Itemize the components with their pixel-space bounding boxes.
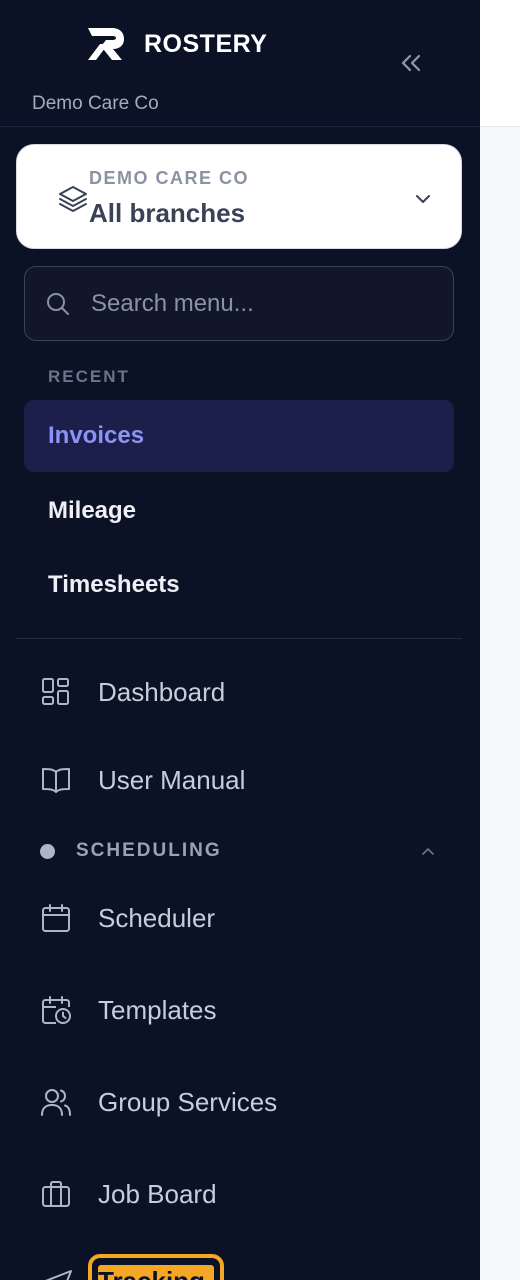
nav-item-templates[interactable]: Templates (40, 982, 460, 1038)
recent-item-invoices[interactable]: Invoices (24, 400, 454, 472)
open-book-icon (42, 768, 70, 793)
main-content-area (480, 0, 520, 1280)
nav-item-label: Group Services (98, 1086, 278, 1117)
brand-name: ROSTERY (144, 29, 268, 58)
nav-item-group-services[interactable]: Group Services (40, 1074, 460, 1130)
chevron-down-icon (416, 195, 430, 203)
group-dot-icon (40, 843, 55, 859)
divider (16, 638, 462, 639)
nav-item-dashboard[interactable]: Dashboard (40, 664, 460, 720)
branch-selector[interactable]: DEMO CARE CO All branches (16, 144, 462, 249)
recent-item-label: Mileage (48, 497, 137, 524)
chevrons-left-icon (401, 54, 421, 72)
search-menu (24, 266, 454, 341)
nav-item-tracking[interactable]: Tracking (40, 1250, 340, 1280)
briefcase-icon (42, 1181, 70, 1207)
chevron-up-icon (422, 848, 434, 855)
recent-item-label: Invoices (48, 422, 145, 449)
recent-item-mileage[interactable]: Mileage (24, 475, 454, 547)
scheduling-group-header[interactable]: SCHEDULING (40, 838, 440, 864)
recent-item-label: Timesheets (48, 571, 180, 598)
search-icon (47, 292, 69, 315)
nav-item-scheduler[interactable]: Scheduler (40, 890, 460, 946)
users-icon (41, 1089, 71, 1116)
nav-item-label: User Manual (98, 764, 246, 795)
search-input[interactable] (91, 289, 421, 318)
rostery-logo-icon (88, 28, 124, 60)
group-label: SCHEDULING (76, 840, 222, 861)
divider (0, 126, 480, 127)
recent-item-timesheets[interactable]: Timesheets (24, 549, 454, 621)
nav-item-job-board[interactable]: Job Board (40, 1166, 460, 1222)
nav-item-label: Job Board (98, 1178, 217, 1209)
top-header-bar (480, 0, 520, 127)
branch-name: All branches (89, 198, 246, 228)
dashboard-grid-icon (42, 678, 69, 705)
nav-item-label: Scheduler (98, 902, 216, 933)
recent-section-label: RECENT (48, 367, 130, 386)
send-icon (45, 1270, 72, 1280)
brand[interactable]: ROSTERY (86, 26, 267, 62)
nav-item-label: Dashboard (98, 676, 226, 707)
nav-item-label: Tracking (98, 1266, 205, 1280)
layers-icon (59, 186, 87, 212)
nav-item-label: Templates (98, 994, 217, 1025)
sidebar: ROSTERY Demo Care Co DEMO CARE CO All br… (0, 0, 480, 1280)
calendar-clock-icon (42, 996, 71, 1024)
collapse-sidebar-button[interactable] (396, 50, 426, 76)
nav-item-user-manual[interactable]: User Manual (40, 752, 460, 808)
organization-name: Demo Care Co (32, 93, 159, 114)
calendar-icon (42, 904, 70, 932)
branch-org-label: DEMO CARE CO (89, 168, 250, 188)
